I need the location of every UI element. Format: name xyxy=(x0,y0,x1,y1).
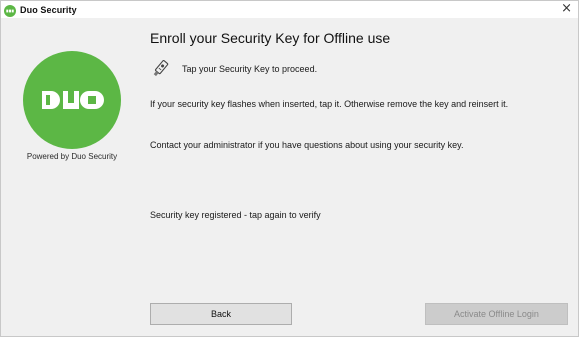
security-key-icon xyxy=(150,59,170,79)
back-button[interactable]: Back xyxy=(150,303,292,325)
tap-instruction-row: Tap your Security Key to proceed. xyxy=(150,59,317,79)
status-message: Security key registered - tap again to v… xyxy=(150,210,321,220)
close-icon[interactable]: × xyxy=(561,2,572,16)
duo-logo xyxy=(23,51,121,149)
title-bar: Duo Security × xyxy=(1,1,578,18)
window-title: Duo Security xyxy=(20,4,77,15)
duo-app-icon xyxy=(4,4,16,17)
admin-contact-note: Contact your administrator if you have q… xyxy=(150,140,464,150)
flash-instruction: If your security key flashes when insert… xyxy=(150,99,509,109)
tap-instruction: Tap your Security Key to proceed. xyxy=(182,64,318,74)
powered-by-label: Powered by Duo Security xyxy=(26,152,118,161)
page-title: Enroll your Security Key for Offline use xyxy=(150,30,391,46)
activate-offline-login-button[interactable]: Activate Offline Login xyxy=(425,303,568,325)
duo-enrollment-window: Duo Security × Powered by Duo Security E… xyxy=(0,0,579,337)
